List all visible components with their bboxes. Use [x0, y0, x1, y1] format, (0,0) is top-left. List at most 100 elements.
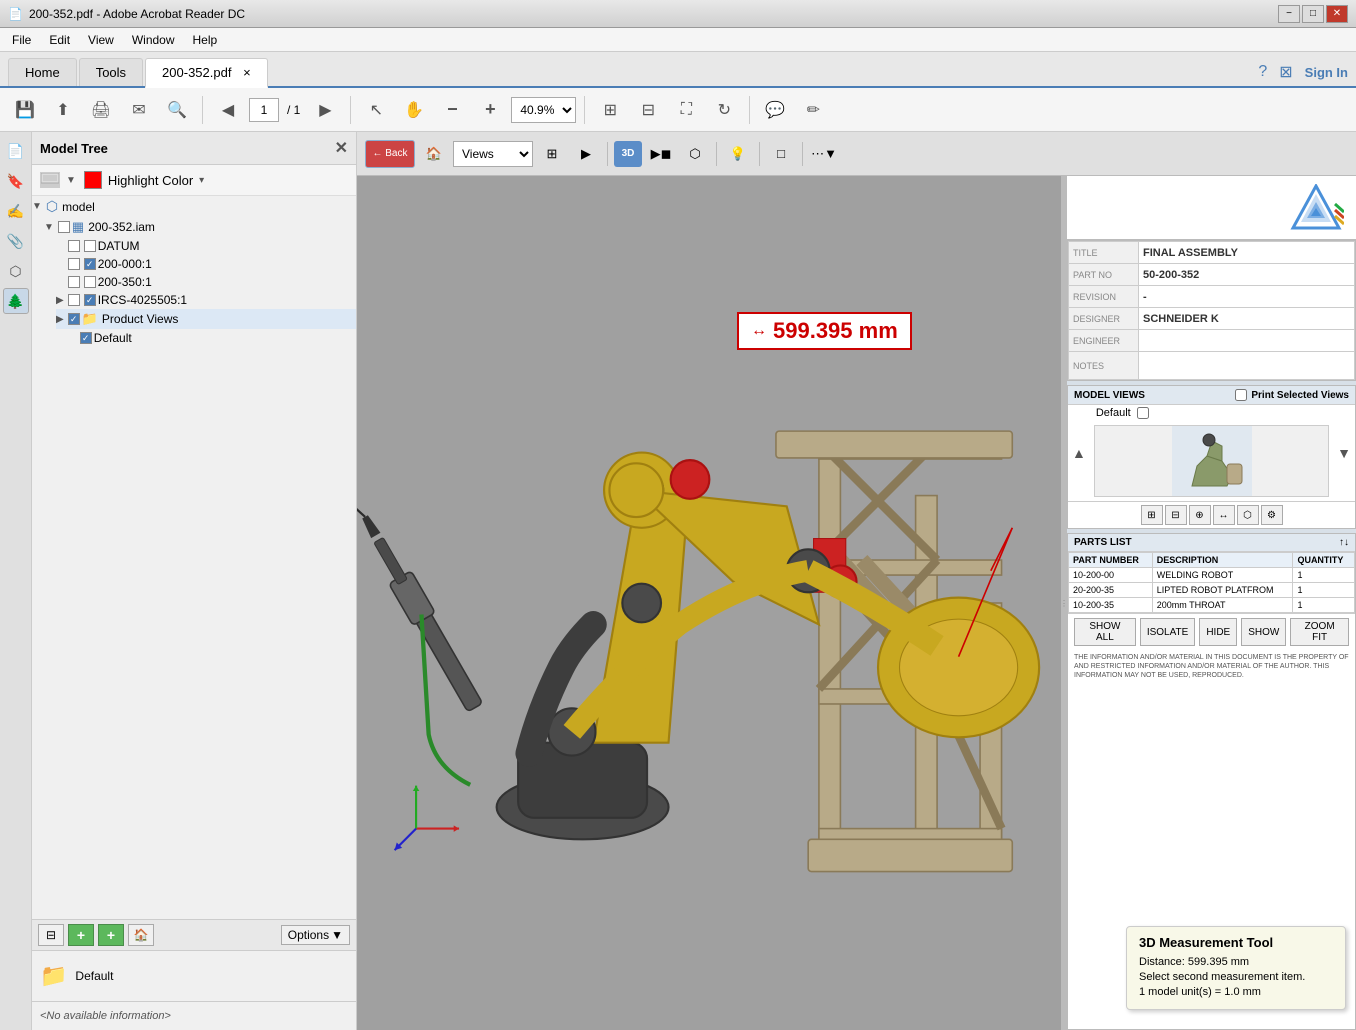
highlight-menu-icon[interactable]	[40, 172, 60, 188]
email-button[interactable]: ✉	[122, 93, 156, 127]
help-icon[interactable]: ?	[1258, 63, 1267, 81]
tree-checkbox-200-000[interactable]	[68, 258, 80, 270]
pl-isolate-btn[interactable]: ISOLATE	[1140, 618, 1196, 646]
tree-expand-200-352[interactable]: ▼	[44, 222, 54, 233]
tree-checkbox-datum[interactable]	[68, 240, 80, 252]
bl-home-btn[interactable]: 🏠	[128, 924, 154, 946]
comment-button[interactable]: 💬	[758, 93, 792, 127]
tree-checkbox-200-000-2[interactable]: ✓	[84, 258, 96, 270]
minimize-button[interactable]: −	[1278, 5, 1300, 23]
tab-home[interactable]: Home	[8, 58, 77, 86]
zoom-select[interactable]: 40.9% 50% 75% 100% 150%	[511, 97, 576, 123]
menu-help[interactable]: Help	[185, 31, 226, 49]
highlight-color-swatch[interactable]	[84, 171, 102, 189]
next-page-button[interactable]: ▶	[308, 93, 342, 127]
search-button[interactable]: 🔍	[160, 93, 194, 127]
full-screen-button[interactable]: ⛶	[669, 93, 703, 127]
mvp-thumbnail[interactable]	[1094, 425, 1329, 497]
pdf-tb-play-btn[interactable]: ▶	[571, 140, 601, 168]
views-select[interactable]: Views Default Front Top	[453, 141, 533, 167]
send-icon[interactable]: ⊠	[1279, 62, 1292, 82]
tree-checkbox-datum-2[interactable]	[84, 240, 96, 252]
pl-show-all-btn[interactable]: SHOW ALL	[1074, 618, 1136, 646]
sidebar-icon-sign[interactable]: ✍	[3, 198, 29, 224]
panel-close-button[interactable]: ✕	[335, 138, 348, 158]
tree-expand-model[interactable]: ▼	[32, 201, 42, 212]
prev-page-button[interactable]: ◀	[211, 93, 245, 127]
tree-checkbox-200-352[interactable]	[58, 221, 70, 233]
tree-item-200-352[interactable]: ▼ ▦ 200-352.iam	[44, 217, 356, 237]
tree-item-datum[interactable]: ▶ DATUM	[56, 237, 356, 255]
pdf-tb-rect-btn[interactable]: □	[766, 140, 796, 168]
resize-handle[interactable]: ⋮	[1061, 176, 1067, 1030]
upload-button[interactable]: ⬆	[46, 93, 80, 127]
sidebar-icon-attach[interactable]: 📎	[3, 228, 29, 254]
tree-item-200-000[interactable]: ▶ ✓ 200-000:1	[56, 255, 356, 273]
tree-item-default[interactable]: ▶ ✓ Default	[68, 329, 356, 347]
mvp-nav-up[interactable]: ▲	[1072, 445, 1086, 461]
mvp-nav-down[interactable]: ▼	[1337, 445, 1351, 461]
tree-item-ircs[interactable]: ▶ ✓ IRCS-4025505:1	[56, 291, 356, 309]
tree-checkbox-ircs[interactable]	[68, 294, 80, 306]
mvp-btn-2[interactable]: ⊟	[1165, 505, 1187, 525]
tab-pdf[interactable]: 200-352.pdf ×	[145, 58, 268, 88]
tree-checkbox-200-350-2[interactable]	[84, 276, 96, 288]
print-button[interactable]: 🖨	[84, 93, 118, 127]
pl-hide-btn[interactable]: HIDE	[1199, 618, 1237, 646]
maximize-button[interactable]: □	[1302, 5, 1324, 23]
sign-in-button[interactable]: Sign In	[1305, 65, 1348, 80]
tree-checkbox-200-350[interactable]	[68, 276, 80, 288]
menu-file[interactable]: File	[4, 31, 39, 49]
bl-icon-btn-1[interactable]: ⊟	[38, 924, 64, 946]
save-button[interactable]: 💾	[8, 93, 42, 127]
pl-zoom-fit-btn[interactable]: ZOOM FIT	[1290, 618, 1349, 646]
select-tool-button[interactable]: ↖	[359, 93, 393, 127]
tree-item-product-views[interactable]: ▶ ✓ 📁 Product Views	[56, 309, 356, 329]
parts-list-sort[interactable]: ↑↓	[1339, 537, 1349, 548]
fit-width-button[interactable]: ⊟	[631, 93, 665, 127]
bl-add-btn-2[interactable]: +	[98, 924, 124, 946]
mvp-print-checkbox[interactable]	[1235, 389, 1247, 401]
tree-checkbox-default[interactable]: ✓	[80, 332, 92, 344]
mvp-btn-3[interactable]: ⊕	[1189, 505, 1211, 525]
3d-model-canvas[interactable]	[357, 176, 1066, 1030]
tab-close-icon[interactable]: ×	[243, 65, 251, 80]
parts-row-2[interactable]: 20-200-35 LIPTED ROBOT PLATFROM 1	[1069, 583, 1355, 598]
close-button[interactable]: ✕	[1326, 5, 1348, 23]
mvp-default-checkbox[interactable]	[1137, 407, 1149, 419]
sidebar-icon-new[interactable]: 📄	[3, 138, 29, 164]
pdf-tb-cube-btn[interactable]: ⬡	[680, 140, 710, 168]
pdf-tb-more-btn[interactable]: ⋯▼	[809, 140, 839, 168]
pdf-tb-layout-btn[interactable]: ⊞	[537, 140, 567, 168]
pan-tool-button[interactable]: ✋	[397, 93, 431, 127]
pdf-tb-home-btn[interactable]: 🏠	[419, 140, 449, 168]
menu-window[interactable]: Window	[124, 31, 183, 49]
fit-page-button[interactable]: ⊞	[593, 93, 627, 127]
sidebar-icon-layers[interactable]: ⬡	[3, 258, 29, 284]
page-number-input[interactable]	[249, 98, 279, 122]
mvp-btn-6[interactable]: ⚙	[1261, 505, 1283, 525]
zoom-in-button[interactable]: +	[473, 93, 507, 127]
parts-row-3[interactable]: 10-200-35 200mm THROAT 1	[1069, 598, 1355, 613]
highlight-dropdown-arrow[interactable]: ▾	[199, 175, 204, 186]
tree-item-200-350[interactable]: ▶ 200-350:1	[56, 273, 356, 291]
options-dropdown[interactable]: Options ▼	[281, 925, 350, 945]
tree-checkbox-product-views[interactable]: ✓	[68, 313, 80, 325]
menu-view[interactable]: View	[80, 31, 122, 49]
mvp-btn-1[interactable]: ⊞	[1141, 505, 1163, 525]
tree-item-model[interactable]: ▼ ⬡ model	[32, 196, 356, 217]
pdf-tb-color-btn[interactable]: ▶◼	[646, 140, 676, 168]
highlight-button[interactable]: ✏	[796, 93, 830, 127]
pdf-tb-3d-btn-1[interactable]: 3D	[614, 141, 642, 167]
sidebar-icon-model-tree[interactable]: 🌲	[3, 288, 29, 314]
bl-add-btn-1[interactable]: +	[68, 924, 94, 946]
pdf-tb-light-btn[interactable]: 💡	[723, 140, 753, 168]
rotate-button[interactable]: ↻	[707, 93, 741, 127]
sidebar-icon-bookmark[interactable]: 🔖	[3, 168, 29, 194]
zoom-out-button[interactable]: −	[435, 93, 469, 127]
tree-checkbox-ircs-2[interactable]: ✓	[84, 294, 96, 306]
pl-show-btn[interactable]: SHOW	[1241, 618, 1286, 646]
mvp-btn-5[interactable]: ⬡	[1237, 505, 1259, 525]
menu-edit[interactable]: Edit	[41, 31, 78, 49]
mvp-btn-4[interactable]: ↔	[1213, 505, 1235, 525]
